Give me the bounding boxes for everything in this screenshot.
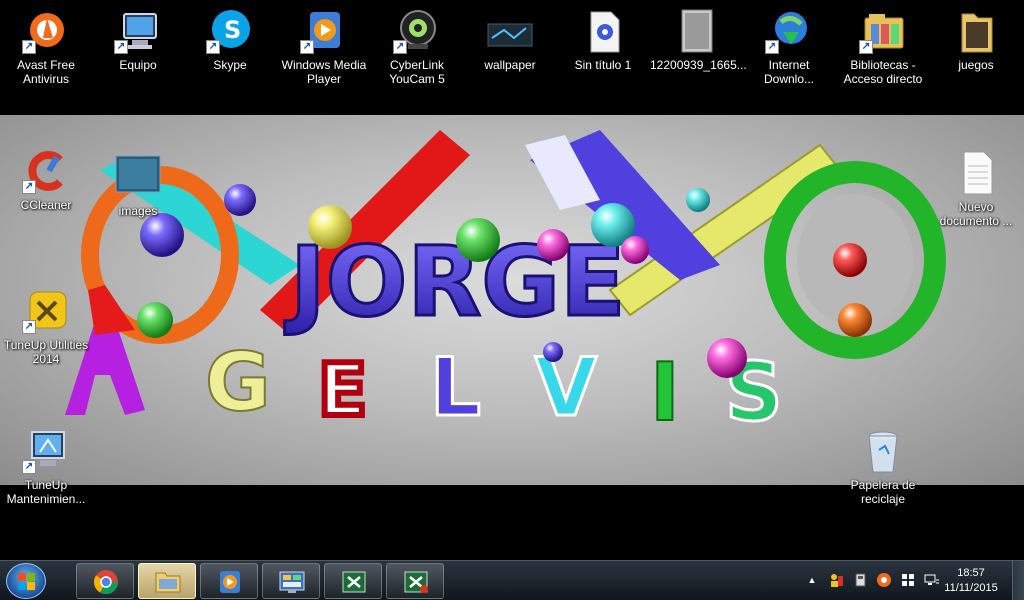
taskbar: ▲ 18:57 11/11/2015 xyxy=(0,560,1024,600)
windows-flag-icon xyxy=(18,573,36,591)
taskbar-media-player[interactable] xyxy=(200,563,258,599)
desktop-icon-juegos[interactable]: juegos xyxy=(930,8,1022,72)
svg-text:S: S xyxy=(224,16,241,44)
control-panel-icon xyxy=(279,571,305,593)
clock-time: 18:57 xyxy=(957,567,985,579)
ccleaner-icon: ↗ xyxy=(22,148,70,194)
usb-icon[interactable] xyxy=(852,572,868,588)
windows-flag-icon[interactable] xyxy=(900,572,916,588)
icon-label: images xyxy=(118,204,158,218)
avast-tray-icon[interactable] xyxy=(876,572,892,588)
computer-icon: ↗ xyxy=(114,8,162,54)
media-player-icon: ↗ xyxy=(300,8,348,54)
taskbar-explorer[interactable] xyxy=(138,563,196,599)
icon-label: CCleaner xyxy=(20,198,72,212)
icon-label: TuneUp Mantenimien... xyxy=(6,478,86,506)
icon-label: Avast Free Antivirus xyxy=(17,58,75,86)
internet-download-manager-icon: ↗ xyxy=(765,8,813,54)
taskbar-excel-2[interactable] xyxy=(386,563,444,599)
desktop-icon-avast[interactable]: ↗ Avast Free Antivirus xyxy=(0,8,92,86)
show-desktop-button[interactable] xyxy=(1012,561,1024,600)
tuneup-utilities-icon: ↗ xyxy=(22,288,70,334)
icon-label: Sin título 1 xyxy=(574,58,632,72)
desktop-icon-internet-download-manager[interactable]: ↗ Internet Downlo... xyxy=(743,8,835,86)
icon-label: juegos xyxy=(958,58,994,72)
chrome-icon xyxy=(94,570,118,595)
wallpaper-letter-i: I xyxy=(650,346,680,439)
desktop-icon-cyberlink-youcam[interactable]: ↗ CyberLink YouCam 5 xyxy=(371,8,463,86)
avast-icon: ↗ xyxy=(22,8,70,54)
desktop-icon-nuevo-documento[interactable]: Nuevo documento ... xyxy=(930,150,1022,228)
icon-label: Windows Media Player xyxy=(281,58,367,86)
desktop-icon-ccleaner[interactable]: ↗ CCleaner xyxy=(0,148,92,212)
icon-label: wallpaper xyxy=(484,58,536,72)
icon-label: Bibliotecas - Acceso directo xyxy=(843,58,923,86)
wallpaper-letter-l: L xyxy=(430,341,481,434)
skype-icon: S ↗ xyxy=(206,8,254,54)
desktop-icon-bibliotecas[interactable]: ↗ Bibliotecas - Acceso directo xyxy=(837,8,929,86)
desktop-icon-papelera[interactable]: Papelera de reciclaje xyxy=(837,428,929,506)
document-icon xyxy=(579,8,627,54)
icon-label: CyberLink YouCam 5 xyxy=(389,58,445,86)
icon-label: Nuevo documento ... xyxy=(939,200,1013,228)
icon-label: 12200939_1665... xyxy=(650,58,747,72)
photo-file-icon xyxy=(672,8,720,54)
desktop-icon-photo-file[interactable]: 12200939_1665... xyxy=(650,8,747,72)
webcam-icon: ↗ xyxy=(393,8,441,54)
folder-icon xyxy=(155,572,181,593)
icon-label: Internet Downlo... xyxy=(763,58,815,86)
text-document-icon xyxy=(952,150,1000,196)
desktop-icon-sin-titulo[interactable]: Sin título 1 xyxy=(557,8,649,72)
wallpaper-letter-g: G xyxy=(205,336,271,429)
desktop-icon-images[interactable]: images xyxy=(92,154,184,218)
desktop-icon-tuneup-maintenance[interactable]: ↗ TuneUp Mantenimien... xyxy=(0,428,92,506)
taskbar-chrome[interactable] xyxy=(76,563,134,599)
clock-date: 11/11/2015 xyxy=(944,582,998,594)
libraries-icon: ↗ xyxy=(859,8,907,54)
desktop-icon-skype[interactable]: S ↗ Skype xyxy=(184,8,276,72)
icon-label: Equipo xyxy=(119,58,157,72)
desktop-icon-windows-media-player[interactable]: ↗ Windows Media Player xyxy=(278,8,370,86)
folder-icon xyxy=(952,8,1000,54)
image-folder-icon xyxy=(114,154,162,200)
desktop-icon-tuneup-utilities[interactable]: ↗ TuneUp Utilities 2014 xyxy=(0,288,92,366)
excel-icon xyxy=(404,571,428,593)
up-arrow-icon[interactable]: ▲ xyxy=(804,572,820,588)
image-file-icon xyxy=(486,8,534,54)
desktop-icon-equipo[interactable]: ↗ Equipo xyxy=(92,8,184,72)
desktop-icon-wallpaper[interactable]: wallpaper xyxy=(464,8,556,72)
recycle-bin-icon xyxy=(859,428,907,474)
icon-label: Skype xyxy=(213,58,247,72)
clock[interactable]: 18:57 11/11/2015 xyxy=(936,566,1006,596)
user-icon[interactable] xyxy=(828,572,844,588)
system-tray: ▲ xyxy=(804,572,954,590)
taskbar-excel[interactable] xyxy=(324,563,382,599)
media-player-icon xyxy=(220,571,240,593)
start-button[interactable] xyxy=(6,563,46,599)
tuneup-maintenance-icon: ↗ xyxy=(22,428,70,474)
wallpaper-letter-e: E xyxy=(318,348,367,432)
excel-icon xyxy=(342,571,366,593)
icon-label: Papelera de reciclaje xyxy=(850,478,916,506)
taskbar-control-panel[interactable] xyxy=(262,563,320,599)
icon-label: TuneUp Utilities 2014 xyxy=(3,338,89,366)
